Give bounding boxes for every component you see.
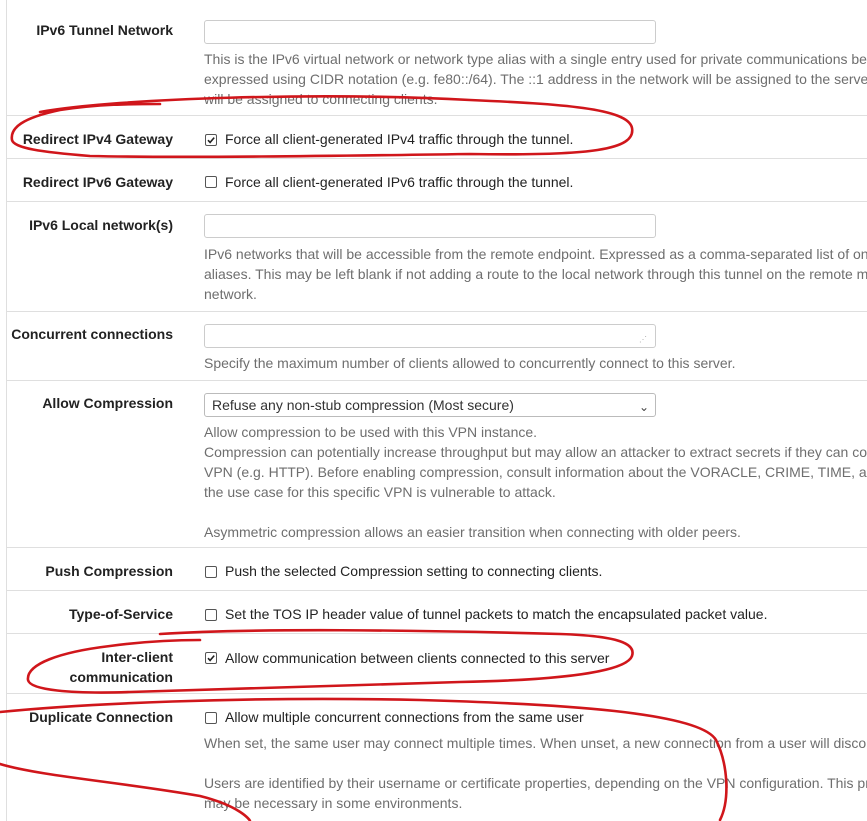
resize-grip-icon: ⋰ — [639, 335, 647, 344]
check-icon — [207, 655, 215, 662]
check-icon — [207, 137, 215, 144]
allow-compression-select[interactable]: Refuse any non-stub compression (Most se… — [204, 393, 656, 417]
push-compression-text[interactable]: Push the selected Compression setting to… — [225, 561, 602, 581]
allow-compression-help-line-1: Allow compression to be used with this V… — [204, 424, 538, 440]
openvpn-server-settings-form: IPv6 Tunnel Network This is the IPv6 vir… — [0, 0, 867, 821]
allow-compression-selected-value: Refuse any non-stub compression (Most se… — [212, 397, 514, 413]
ipv6-tunnel-network-help-line-3: will be assigned to connecting clients. — [204, 91, 438, 107]
redirect-ipv4-gateway-text[interactable]: Force all client-generated IPv4 traffic … — [225, 129, 573, 149]
row-duplicate-connection: Duplicate Connection Allow multiple conc… — [7, 694, 867, 821]
duplicate-connection-label: Duplicate Connection — [29, 709, 173, 725]
row-redirect-ipv4-gateway: Redirect IPv4 Gateway Force all client-g… — [7, 116, 867, 159]
allow-compression-label: Allow Compression — [42, 395, 173, 411]
ipv6-tunnel-network-help-line-2: expressed using CIDR notation (e.g. fe80… — [204, 71, 867, 87]
push-compression-checkbox[interactable] — [205, 566, 217, 578]
allow-compression-help-line-5: Asymmetric compression allows an easier … — [204, 524, 741, 540]
redirect-ipv6-gateway-checkbox[interactable] — [205, 176, 217, 188]
redirect-ipv6-gateway-label: Redirect IPv6 Gateway — [22, 174, 173, 190]
ipv6-local-networks-help-line-3: network. — [204, 286, 257, 302]
allow-compression-help-line-4: the use case for this specific VPN is vu… — [204, 484, 556, 500]
redirect-ipv4-gateway-checkbox[interactable] — [205, 134, 217, 146]
allow-compression-help-line-2: Compression can potentially increase thr… — [204, 444, 867, 460]
ipv6-local-networks-input[interactable] — [204, 214, 656, 238]
chevron-down-icon: ⌄ — [638, 400, 649, 414]
concurrent-connections-input[interactable]: ⋰ — [204, 324, 656, 348]
ipv6-local-networks-help-line-1: IPv6 networks that will be accessible fr… — [204, 246, 867, 262]
inter-client-label-line-2: communication — [69, 669, 173, 685]
type-of-service-text[interactable]: Set the TOS IP header value of tunnel pa… — [225, 604, 767, 624]
duplicate-connection-help-line-3: may be necessary in some environments. — [204, 795, 463, 811]
concurrent-connections-help: Specify the maximum number of clients al… — [204, 355, 736, 371]
allow-compression-help-line-3: VPN (e.g. HTTP). Before enabling compres… — [204, 464, 867, 480]
ipv6-tunnel-network-label: IPv6 Tunnel Network — [36, 22, 173, 38]
duplicate-connection-help-line-1: When set, the same user may connect mult… — [204, 735, 867, 751]
row-ipv6-tunnel-network: IPv6 Tunnel Network This is the IPv6 vir… — [7, 0, 867, 116]
ipv6-local-networks-label: IPv6 Local network(s) — [29, 217, 173, 233]
push-compression-label: Push Compression — [45, 563, 173, 579]
inter-client-label-line-1: Inter-client — [101, 649, 173, 665]
ipv6-tunnel-network-input[interactable] — [204, 20, 656, 44]
row-type-of-service: Type-of-Service Set the TOS IP header va… — [7, 591, 867, 634]
type-of-service-label: Type-of-Service — [69, 606, 173, 622]
redirect-ipv4-gateway-label: Redirect IPv4 Gateway — [22, 131, 173, 147]
row-redirect-ipv6-gateway: Redirect IPv6 Gateway Force all client-g… — [7, 159, 867, 202]
row-concurrent-connections: Concurrent connections ⋰ Specify the max… — [7, 312, 867, 381]
type-of-service-checkbox[interactable] — [205, 609, 217, 621]
duplicate-connection-help-line-2: Users are identified by their username o… — [204, 775, 867, 791]
row-ipv6-local-networks: IPv6 Local network(s) IPv6 networks that… — [7, 202, 867, 312]
redirect-ipv6-gateway-text[interactable]: Force all client-generated IPv6 traffic … — [225, 172, 573, 192]
row-push-compression: Push Compression Push the selected Compr… — [7, 548, 867, 591]
concurrent-connections-label: Concurrent connections — [11, 326, 173, 342]
ipv6-local-networks-help-line-2: aliases. This may be left blank if not a… — [204, 266, 867, 282]
duplicate-connection-checkbox[interactable] — [205, 712, 217, 724]
inter-client-text[interactable]: Allow communication between clients conn… — [225, 648, 609, 668]
row-inter-client-communication: Inter-client communication Allow communi… — [7, 634, 867, 694]
inter-client-checkbox[interactable] — [205, 652, 217, 664]
ipv6-tunnel-network-help-line-1: This is the IPv6 virtual network or netw… — [204, 51, 867, 67]
row-allow-compression: Allow Compression Refuse any non-stub co… — [7, 381, 867, 548]
duplicate-connection-text[interactable]: Allow multiple concurrent connections fr… — [225, 707, 584, 727]
